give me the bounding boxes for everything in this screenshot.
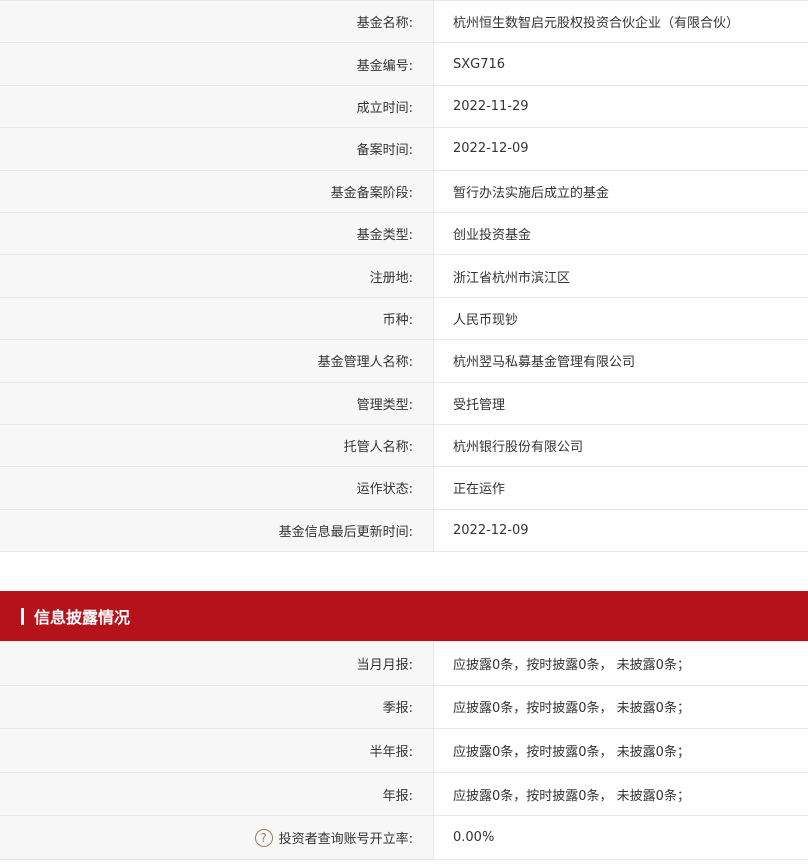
disclosure-section-header: 信息披露情况 bbox=[0, 591, 808, 642]
row-label: 当月月报: bbox=[0, 642, 434, 685]
row-value: 受托管理 bbox=[453, 397, 506, 413]
row-value: 正在运作 bbox=[453, 482, 506, 498]
row-label-text: 投资者查询账号开立率: bbox=[278, 832, 413, 848]
row-fund-name: 基金名称: 杭州恒生数智启元股权投资合伙企业（有限合伙） bbox=[0, 1, 808, 44]
row-monthly-report: 当月月报: 应披露0条，按时披露0条， 未披露0条； bbox=[0, 642, 808, 686]
row-label: 基金编号: bbox=[0, 43, 434, 85]
row-value: 2022-12-09 bbox=[453, 141, 529, 157]
row-label: 基金名称: bbox=[0, 1, 434, 43]
row-label: 币种: bbox=[0, 297, 434, 340]
row-filing-date: 备案时间: 2022-12-09 bbox=[0, 128, 808, 171]
row-last-updated: 基金信息最后更新时间: 2022-12-09 bbox=[0, 509, 808, 553]
row-label: ? 投资者查询账号开立率: bbox=[0, 816, 434, 860]
row-label: 基金备案阶段: bbox=[0, 170, 434, 212]
row-custodian-name: 托管人名称: 杭州银行股份有限公司 bbox=[0, 424, 808, 468]
row-value: 应披露0条，按时披露0条， 未披露0条； bbox=[453, 657, 690, 673]
question-help-icon[interactable]: ? bbox=[254, 828, 273, 847]
row-value: 浙江省杭州市滨江区 bbox=[453, 270, 571, 286]
row-established-date: 成立时间: 2022-11-29 bbox=[0, 85, 808, 129]
row-value: 创业投资基金 bbox=[453, 228, 532, 244]
row-value: SXG716 bbox=[453, 56, 506, 72]
row-fund-code: 基金编号: SXG716 bbox=[0, 43, 808, 86]
section-header-bar bbox=[21, 607, 24, 625]
row-manager-name: 基金管理人名称: 杭州翌马私募基金管理有限公司 bbox=[0, 340, 808, 383]
row-label: 运作状态: bbox=[0, 467, 434, 509]
row-semiannual-report: 半年报: 应披露0条，按时披露0条， 未披露0条； bbox=[0, 729, 808, 773]
row-value: 0.00% bbox=[453, 830, 495, 846]
row-value: 2022-11-29 bbox=[453, 98, 529, 114]
row-value: 人民币现钞 bbox=[453, 312, 519, 328]
row-currency: 币种: 人民币现钞 bbox=[0, 297, 808, 341]
row-management-type: 管理类型: 受托管理 bbox=[0, 382, 808, 425]
row-quarterly-report: 季报: 应披露0条，按时披露0条， 未披露0条； bbox=[0, 685, 808, 730]
row-label: 半年报: bbox=[0, 729, 434, 772]
row-filing-stage: 基金备案阶段: 暂行办法实施后成立的基金 bbox=[0, 170, 808, 213]
row-value: 杭州翌马私募基金管理有限公司 bbox=[453, 355, 636, 371]
row-label: 年报: bbox=[0, 772, 434, 816]
row-label: 基金管理人名称: bbox=[0, 340, 434, 382]
row-label: 备案时间: bbox=[0, 128, 434, 170]
row-value: 2022-12-09 bbox=[453, 522, 529, 538]
section-title: 信息披露情况 bbox=[34, 608, 131, 628]
row-registered-place: 注册地: 浙江省杭州市滨江区 bbox=[0, 255, 808, 298]
row-value: 应披露0条，按时披露0条， 未披露0条； bbox=[453, 701, 690, 717]
row-value: 杭州银行股份有限公司 bbox=[453, 440, 584, 456]
row-label: 托管人名称: bbox=[0, 424, 434, 467]
fund-info-table: 基金名称: 杭州恒生数智启元股权投资合伙企业（有限合伙） 基金编号: SXG71… bbox=[0, 0, 808, 553]
row-value: 暂行办法实施后成立的基金 bbox=[453, 185, 610, 201]
row-operation-status: 运作状态: 正在运作 bbox=[0, 467, 808, 510]
row-label: 成立时间: bbox=[0, 85, 434, 128]
row-label: 管理类型: bbox=[0, 382, 434, 424]
row-value: 杭州恒生数智启元股权投资合伙企业（有限合伙） bbox=[453, 16, 740, 32]
row-value: 应披露0条，按时披露0条， 未披露0条； bbox=[453, 788, 690, 804]
row-fund-type: 基金类型: 创业投资基金 bbox=[0, 212, 808, 256]
row-annual-report: 年报: 应披露0条，按时披露0条， 未披露0条； bbox=[0, 772, 808, 817]
row-label: 基金类型: bbox=[0, 212, 434, 255]
row-value: 应披露0条，按时披露0条， 未披露0条； bbox=[453, 745, 690, 761]
row-label: 基金信息最后更新时间: bbox=[0, 509, 434, 552]
row-investor-account-rate: ? 投资者查询账号开立率: 0.00% bbox=[0, 816, 808, 861]
row-label: 季报: bbox=[0, 685, 434, 729]
row-label: 注册地: bbox=[0, 255, 434, 297]
disclosure-table: 当月月报: 应披露0条，按时披露0条， 未披露0条； 季报: 应披露0条，按时披… bbox=[0, 641, 808, 861]
fund-detail-page: 基金名称: 杭州恒生数智启元股权投资合伙企业（有限合伙） 基金编号: SXG71… bbox=[0, 0, 808, 868]
